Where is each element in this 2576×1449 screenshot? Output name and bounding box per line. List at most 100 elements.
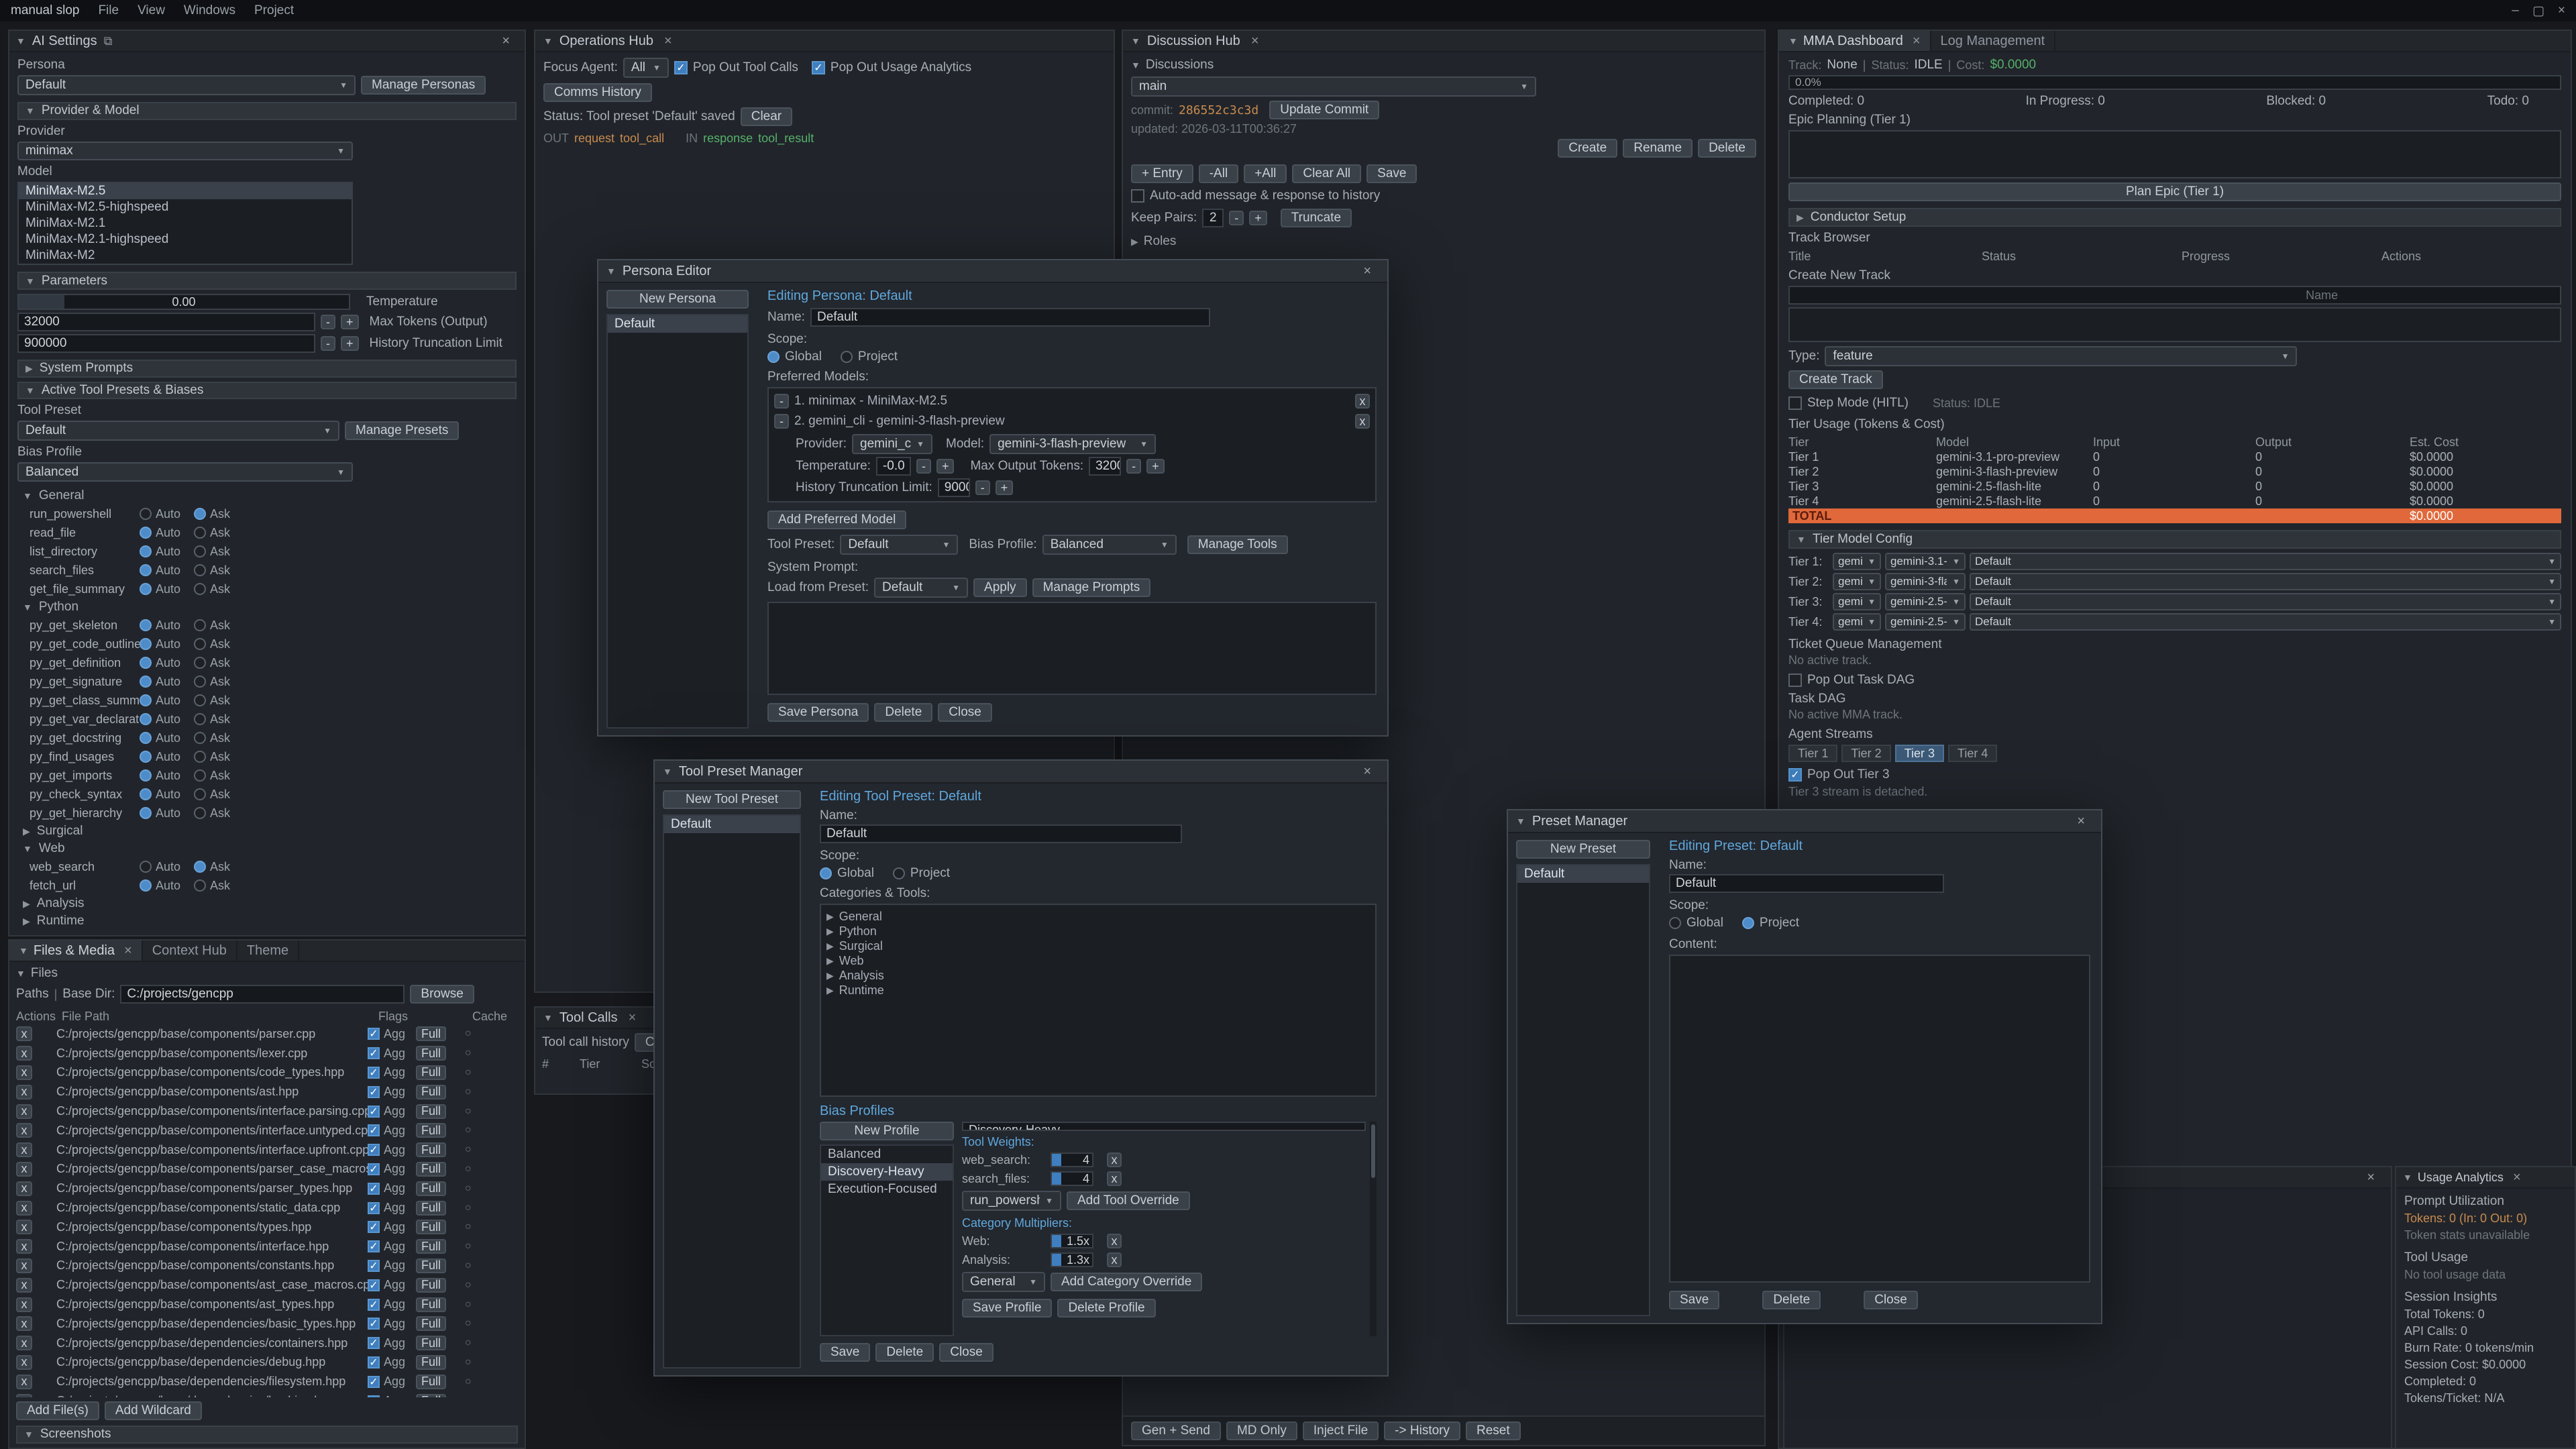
pm-scope-project-radio[interactable] <box>1742 917 1754 929</box>
agg-checkbox[interactable]: ✓ <box>368 1279 380 1291</box>
discussion-hub-close-icon[interactable]: × <box>1251 34 1259 49</box>
ai-settings-close-icon[interactable]: × <box>494 34 518 49</box>
agg-checkbox[interactable]: ✓ <box>368 1337 380 1349</box>
manage-tools-button[interactable]: Manage Tools <box>1187 535 1288 554</box>
category-node-web[interactable]: ▶Web <box>826 953 1370 968</box>
truncate-button[interactable]: Truncate <box>1281 209 1352 227</box>
tpm-scope-project-radio[interactable] <box>893 867 905 879</box>
category-multiplier-value-widget[interactable]: 1.3x <box>1051 1252 1093 1267</box>
tool-preset-manager-close-icon[interactable]: × <box>1355 764 1379 780</box>
tier-model-dropdown[interactable]: gemini-3-flash-preview▼ <box>1885 573 1966 590</box>
stream-tab-tier-2[interactable]: Tier 2 <box>1841 745 1890 762</box>
full-cache-button[interactable]: Full <box>416 1297 446 1312</box>
tab-mma-dashboard[interactable]: ▼MMA Dashboard× <box>1779 31 1931 51</box>
pe-temperature-input[interactable]: -0.0 <box>876 457 911 476</box>
add-category-override-button[interactable]: Add Category Override <box>1051 1273 1202 1291</box>
remove-file-button[interactable]: x <box>16 1104 32 1119</box>
bias-profile-dropdown[interactable]: Balanced▼ <box>17 462 353 482</box>
ask-radio[interactable] <box>194 619 206 631</box>
tier-usage-row[interactable]: Tier 1gemini-3.1-pro-preview00$0.0000 <box>1788 449 2561 464</box>
tab-close-icon[interactable]: × <box>1913 34 1921 49</box>
category-node-surgical[interactable]: ▶Surgical <box>826 938 1370 953</box>
pe-max-tokens-decrement-button[interactable]: - <box>1126 459 1141 474</box>
comms-history-button[interactable]: Comms History <box>543 83 652 102</box>
temperature-slider[interactable]: 0.00 <box>17 294 350 310</box>
full-cache-button[interactable]: Full <box>416 1239 446 1254</box>
stream-tab-tier-1[interactable]: Tier 1 <box>1788 745 1837 762</box>
tier-provider-dropdown[interactable]: gemini▼ <box>1833 573 1881 590</box>
full-cache-button[interactable]: Full <box>416 1220 446 1234</box>
persona-scope-project-radio[interactable] <box>841 351 853 363</box>
full-cache-button[interactable]: Full <box>416 1375 446 1389</box>
entry--all[interactable]: -All <box>1199 164 1238 183</box>
auto-radio[interactable] <box>140 732 152 744</box>
tool-section-surgical[interactable]: ▶Surgical <box>17 822 517 840</box>
max-tokens-decrement-button[interactable]: - <box>321 315 335 329</box>
category-node-general[interactable]: ▶General <box>826 909 1370 924</box>
auto-radio[interactable] <box>140 694 152 706</box>
stream-tab-tier-4[interactable]: Tier 4 <box>1948 745 1997 762</box>
agg-checkbox[interactable]: ✓ <box>368 1260 380 1272</box>
agg-checkbox[interactable]: ✓ <box>368 1318 380 1330</box>
menu-view[interactable]: View <box>138 3 165 18</box>
tpm-close-button[interactable]: Close <box>939 1343 994 1362</box>
full-cache-button[interactable]: Full <box>416 1355 446 1370</box>
save-profile-button[interactable]: Save Profile <box>962 1299 1052 1318</box>
tier-usage-row[interactable]: Tier 3gemini-2.5-flash-lite00$0.0000 <box>1788 479 2561 494</box>
pop-out-tool-calls-checkbox[interactable]: ✓ <box>674 61 688 74</box>
tier-preset-dropdown[interactable]: Default▼ <box>1970 593 2561 610</box>
tier-model-dropdown[interactable]: gemini-2.5-flash-lite▼ <box>1885 613 1966 631</box>
ask-radio[interactable] <box>194 769 206 782</box>
system-prompts-section-header[interactable]: ▶System Prompts <box>17 360 517 378</box>
auto-radio[interactable] <box>140 769 152 782</box>
remove-file-button[interactable]: x <box>16 1278 32 1293</box>
new-profile-button[interactable]: New Profile <box>820 1122 954 1140</box>
collapse-caret-icon[interactable]: ▼ <box>1516 816 1525 826</box>
pe-model-dropdown[interactable]: gemini-3-flash-preview▼ <box>989 434 1156 454</box>
discussion-delete[interactable]: Delete <box>1698 139 1756 158</box>
ask-radio[interactable] <box>194 879 206 892</box>
tool-section-python[interactable]: ▼Python <box>17 598 517 616</box>
bias-profile-list-item[interactable]: Execution-Focused <box>821 1181 953 1198</box>
pe-tool-preset-dropdown[interactable]: Default▼ <box>840 535 958 555</box>
auto-radio[interactable] <box>140 657 152 669</box>
full-cache-button[interactable]: Full <box>416 1278 446 1293</box>
model-option[interactable]: MiniMax-M2.5 <box>19 183 352 199</box>
composer-reset[interactable]: Reset <box>1466 1421 1521 1440</box>
full-cache-button[interactable]: Full <box>416 1142 446 1157</box>
slider-handle[interactable] <box>19 295 64 309</box>
add-wildcard-button[interactable]: Add Wildcard <box>105 1401 202 1420</box>
auto-radio[interactable] <box>140 564 152 576</box>
keep-pairs-value[interactable]: 2 <box>1202 209 1224 227</box>
tier-provider-dropdown[interactable]: gemini▼ <box>1833 593 1881 610</box>
tier-preset-dropdown[interactable]: Default▼ <box>1970 573 2561 590</box>
ask-radio[interactable] <box>194 564 206 576</box>
auto-radio[interactable] <box>140 879 152 892</box>
remove-file-button[interactable]: x <box>16 1394 32 1397</box>
track-name-input[interactable]: Name <box>1788 286 2561 305</box>
remove-model-button[interactable]: x <box>1355 394 1370 409</box>
tab-theme[interactable]: Theme <box>237 941 299 961</box>
remove-file-button[interactable]: x <box>16 1162 32 1177</box>
agg-checkbox[interactable]: ✓ <box>368 1067 380 1079</box>
preset-list-item[interactable]: Default <box>1517 865 1649 883</box>
persona-list-item[interactable]: Default <box>608 315 747 333</box>
tier-model-dropdown[interactable]: gemini-2.5-flash-lite▼ <box>1885 593 1966 610</box>
tool-section-analysis[interactable]: ▶Analysis <box>17 895 517 912</box>
load-preset-dropdown[interactable]: Default▼ <box>874 578 968 598</box>
remove-file-button[interactable]: x <box>16 1085 32 1099</box>
ask-radio[interactable] <box>194 788 206 800</box>
agg-checkbox[interactable]: ✓ <box>368 1163 380 1175</box>
persona-delete-button[interactable]: Delete <box>874 703 932 722</box>
collapse-caret-icon[interactable]: ▼ <box>606 266 616 276</box>
pe-history-limit-decrement-button[interactable]: - <box>975 480 990 495</box>
full-cache-button[interactable]: Full <box>416 1046 446 1061</box>
full-cache-button[interactable]: Full <box>416 1201 446 1216</box>
tool-weight-value-widget[interactable]: 4 <box>1051 1171 1093 1186</box>
stream-tab-tier-3[interactable]: Tier 3 <box>1895 745 1944 762</box>
pm-save-button[interactable]: Save <box>1669 1291 1719 1309</box>
collapse-caret-icon[interactable]: ▼ <box>543 36 553 46</box>
minimize-icon[interactable]: – <box>2512 3 2519 18</box>
remove-file-button[interactable]: x <box>16 1142 32 1157</box>
create-track-button[interactable]: Create Track <box>1788 370 1883 389</box>
